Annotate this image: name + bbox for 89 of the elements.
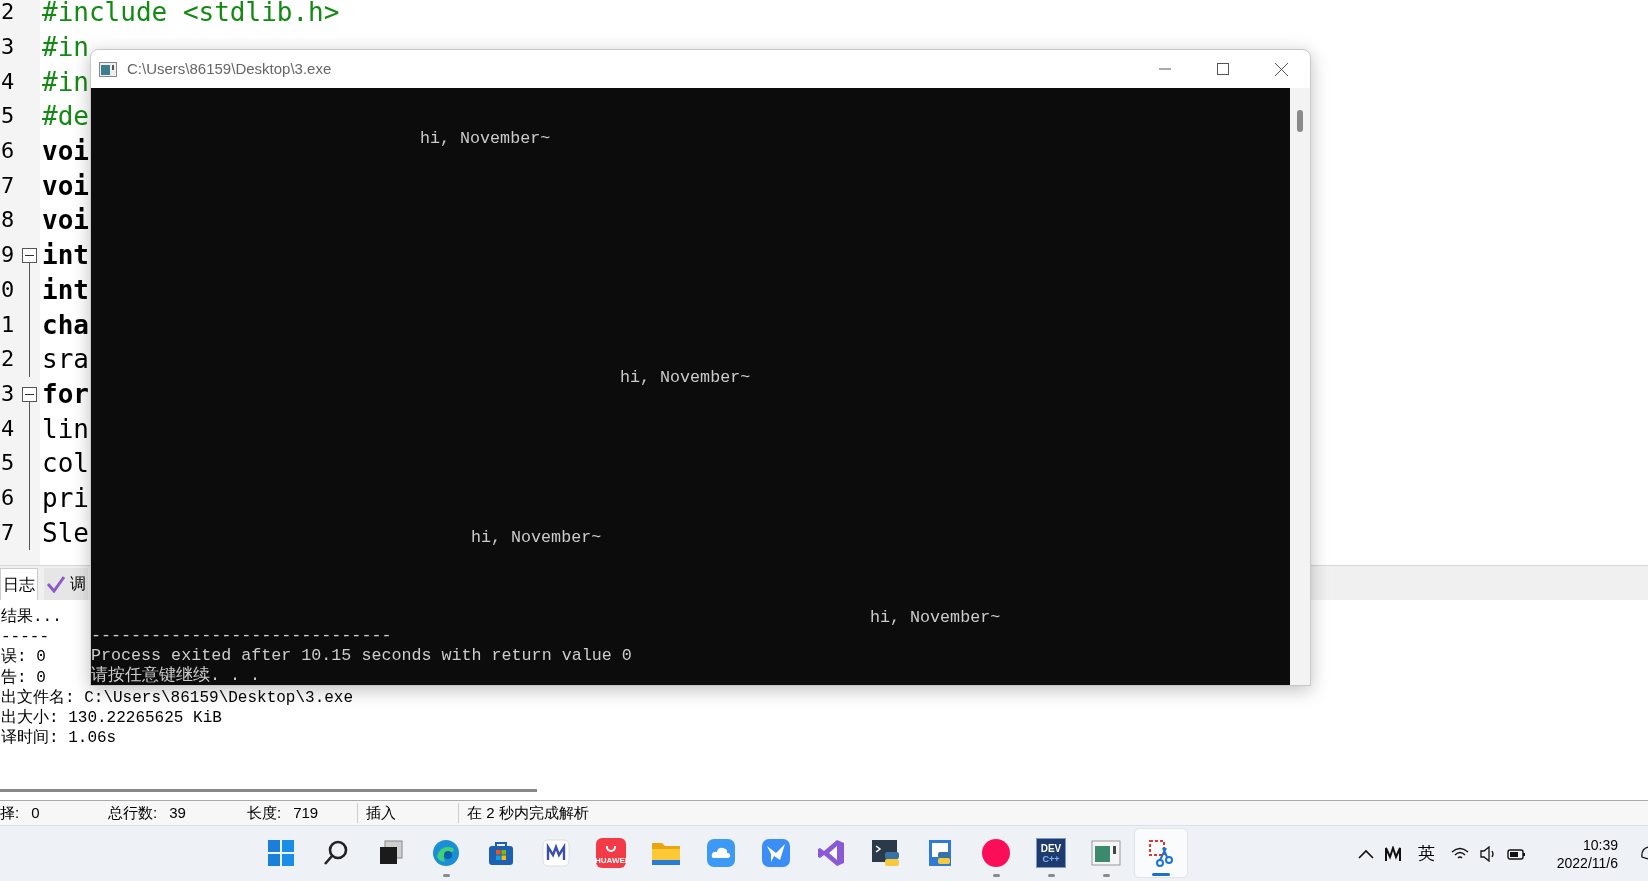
console-output-line: hi, November~ [420, 129, 551, 149]
wifi-icon[interactable] [1450, 846, 1469, 861]
m-letter-icon[interactable] [1383, 845, 1402, 862]
code-line: #in [42, 31, 89, 64]
status-value: 0 [31, 802, 40, 823]
brand-label: C++ [1042, 853, 1060, 864]
terminal-icon [871, 838, 901, 868]
brand-label: DEV [1040, 842, 1062, 854]
line-number: 4 [1, 67, 16, 96]
code-line: sra [42, 343, 89, 376]
log-line: 出文件名: C:\Users\86159\Desktop\3.exe [1, 687, 354, 708]
code-line: int [42, 239, 89, 272]
code-line: Sle [42, 516, 89, 549]
record-icon [981, 838, 1011, 868]
code-line: cha [42, 308, 89, 341]
console-window-icon [1091, 839, 1121, 867]
panel-tab[interactable]: 调 [44, 568, 88, 600]
line-number: 3 [1, 33, 16, 62]
line-number: 7 [1, 518, 16, 547]
code-line: pri [42, 481, 89, 514]
log-line: ----- [1, 627, 49, 648]
taskbar-button[interactable]: DEV C++ [1024, 828, 1078, 878]
console-output-line: ------------------------------ [91, 626, 393, 646]
task-view-icon [377, 839, 405, 867]
cloud-icon [706, 838, 736, 868]
code-line: voi [42, 204, 89, 237]
console-output-line: hi, November~ [870, 608, 1001, 628]
log-line: 告: 0 [1, 667, 46, 688]
browser-icon [431, 838, 461, 868]
log-line: 结果... [1, 607, 62, 628]
panel-tab[interactable]: 日志 [0, 568, 38, 600]
line-number: 9 [1, 241, 16, 270]
code-line: voi [42, 169, 89, 202]
code-line: for [42, 377, 89, 410]
code-line: #de [42, 100, 89, 133]
code-line: lin [42, 412, 89, 445]
status-label: 总行数: [108, 802, 158, 823]
chevron-up-icon[interactable] [1357, 848, 1374, 859]
volume-icon[interactable] [1478, 845, 1497, 862]
snipping-icon [1147, 838, 1175, 868]
clock[interactable]: 10:39 2022/11/6 [1556, 835, 1618, 872]
ide-icon [816, 838, 846, 868]
line-number: 6 [1, 137, 16, 166]
code-line: int [42, 273, 89, 306]
scrollbar-thumb[interactable] [1297, 110, 1303, 132]
fold-toggle[interactable] [21, 386, 37, 402]
close-icon [1274, 62, 1288, 76]
console-output-line: hi, November~ [471, 528, 602, 548]
search-icon [322, 839, 350, 867]
store-icon [487, 839, 515, 867]
line-number: 0 [1, 275, 16, 304]
line-number: 4 [1, 414, 16, 443]
console-app-icon [99, 61, 117, 77]
code-line: col [42, 447, 89, 480]
start-icon [267, 839, 295, 867]
minimize-icon [1159, 68, 1171, 70]
console-output-line: Process exited after 10.15 seconds with return value 0 [91, 646, 632, 666]
line-number: 1 [1, 310, 16, 339]
code-line: #include <stdlib.h> [42, 0, 340, 29]
maximize-icon [1217, 63, 1229, 75]
window-title: C:\Users\86159\Desktop\3.exe [127, 58, 332, 79]
bird-icon [761, 838, 791, 868]
log-line: 误: 0 [1, 647, 46, 668]
console-output-line: hi, November~ [620, 368, 751, 388]
line-number: 8 [1, 206, 16, 235]
status-value: 719 [293, 802, 319, 823]
line-number: 3 [1, 379, 16, 408]
status-text: 插入 [366, 802, 397, 823]
status-label: 长度: [247, 802, 282, 823]
status-value: 39 [169, 802, 186, 823]
code-line: voi [42, 135, 89, 168]
log-line: 译时间: 1.06s [1, 728, 117, 749]
console-output-line: 请按任意键继续. . . [91, 666, 262, 685]
line-number: 6 [1, 483, 16, 512]
line-number: 2 [1, 345, 16, 374]
status-label: 择: [0, 802, 20, 823]
input-method-indicator[interactable]: 英 [1417, 840, 1435, 867]
log-line: 出大小: 130.22265625 KiB [1, 707, 222, 729]
status-text: 在 2 秒内完成解析 [467, 802, 589, 823]
code-line: #in [42, 65, 89, 98]
m-letter-icon [542, 839, 570, 867]
scrollbar-thumb[interactable] [0, 788, 537, 792]
notification-icon[interactable] [1640, 844, 1648, 863]
line-number: 7 [1, 171, 16, 200]
check-icon [46, 575, 66, 593]
line-number: 2 [1, 0, 16, 27]
line-number: 5 [1, 102, 16, 131]
fold-toggle[interactable] [21, 247, 37, 263]
line-number: 5 [1, 449, 16, 478]
